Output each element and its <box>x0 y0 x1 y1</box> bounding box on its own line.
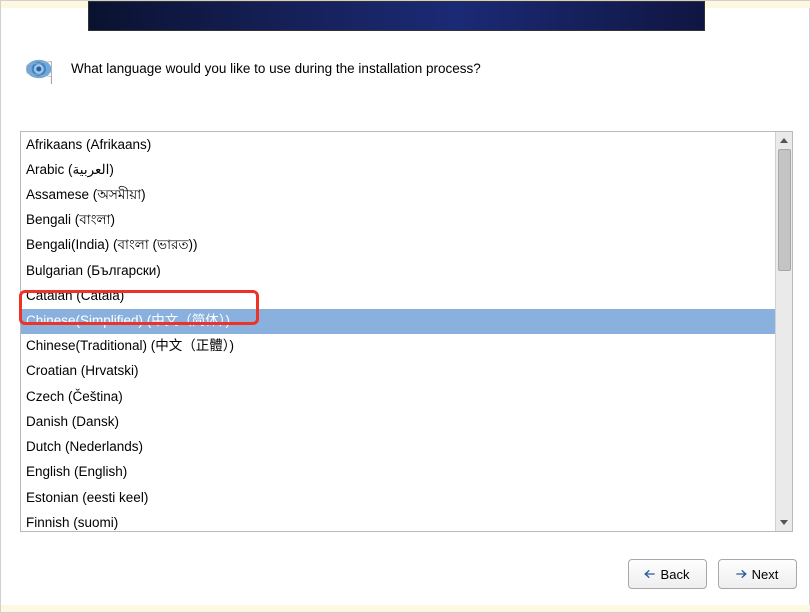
scroll-thumb[interactable] <box>778 149 791 271</box>
language-option[interactable]: Dutch (Nederlands) <box>21 435 775 460</box>
language-option[interactable]: Assamese (অসমীয়া) <box>21 182 775 207</box>
prompt-text: What language would you like to use duri… <box>71 54 481 78</box>
language-option[interactable]: Arabic (العربية) <box>21 157 775 182</box>
next-label: Next <box>752 567 779 582</box>
language-option[interactable]: Finnish (suomi) <box>21 510 775 531</box>
language-option[interactable]: Bulgarian (Български) <box>21 258 775 283</box>
chevron-up-icon <box>780 138 788 143</box>
decoration-strip-bottom <box>1 605 810 612</box>
chevron-down-icon <box>780 520 788 525</box>
language-list-content: Afrikaans (Afrikaans)Arabic (العربية)Ass… <box>21 132 775 531</box>
language-option[interactable]: Catalan (Català) <box>21 283 775 308</box>
language-listbox[interactable]: Afrikaans (Afrikaans)Arabic (العربية)Ass… <box>20 131 793 532</box>
scrollbar[interactable] <box>775 132 792 531</box>
installer-window: What language would you like to use duri… <box>0 0 810 613</box>
arrow-left-icon <box>643 567 657 581</box>
language-option[interactable]: Afrikaans (Afrikaans) <box>21 132 775 157</box>
arrow-right-icon <box>734 567 748 581</box>
back-button[interactable]: Back <box>628 559 707 589</box>
header-banner <box>88 1 705 31</box>
language-option[interactable]: English (English) <box>21 460 775 485</box>
scroll-down-button[interactable] <box>776 514 792 531</box>
language-option[interactable]: Czech (Čeština) <box>21 384 775 409</box>
language-option[interactable]: Estonian (eesti keel) <box>21 485 775 510</box>
button-row: Back Next <box>628 559 797 589</box>
language-option[interactable]: Chinese(Traditional) (中文（正體）) <box>21 334 775 359</box>
language-option[interactable]: Chinese(Simplified) (中文（简体）) <box>21 309 775 334</box>
language-option[interactable]: Croatian (Hrvatski) <box>21 359 775 384</box>
flag-icon <box>23 54 63 94</box>
back-label: Back <box>661 567 690 582</box>
language-option[interactable]: Bengali(India) (বাংলা (ভারত)) <box>21 233 775 258</box>
next-button[interactable]: Next <box>718 559 797 589</box>
scroll-up-button[interactable] <box>776 132 792 149</box>
prompt-row: What language would you like to use duri… <box>23 54 773 94</box>
language-option[interactable]: Bengali (বাংলা) <box>21 208 775 233</box>
language-option[interactable]: Danish (Dansk) <box>21 409 775 434</box>
